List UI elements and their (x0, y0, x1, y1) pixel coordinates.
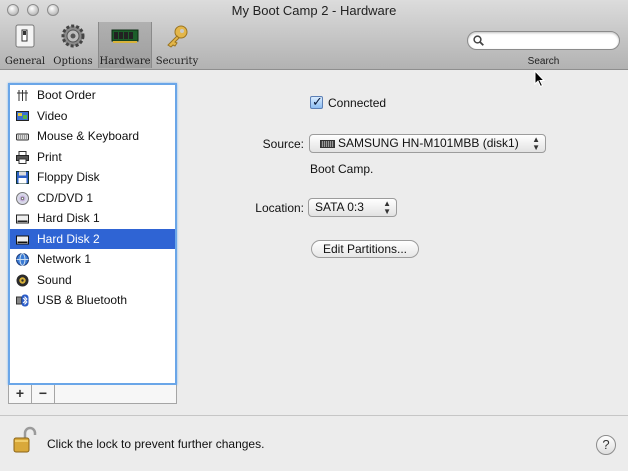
lock-icon[interactable] (11, 426, 39, 454)
source-select-value: SAMSUNG HN-M101MBB (disk1) (338, 136, 519, 150)
remove-device-button[interactable]: − (32, 385, 55, 403)
list-item-label: Print (37, 149, 62, 164)
tab-general-label: General (4, 56, 46, 67)
connected-checkbox[interactable]: ✓ (310, 94, 323, 109)
list-item-hard-disk-1[interactable]: Hard Disk 1 (10, 208, 175, 229)
cd-icon (16, 191, 29, 205)
usb-bluetooth-icon (16, 294, 29, 307)
list-item-cd-dvd-1[interactable]: CD/DVD 1 (10, 188, 175, 209)
network-icon (16, 253, 29, 266)
help-button[interactable]: ? (596, 435, 616, 455)
location-label: Location: (255, 201, 304, 215)
updown-arrows-icon: ▲ ▼ (383, 199, 391, 216)
updown-arrows-icon: ▲ ▼ (532, 135, 540, 152)
list-item-label: Mouse & Keyboard (37, 129, 140, 143)
list-item-print[interactable]: Print (10, 147, 175, 168)
list-item-network-1[interactable]: Network 1 (10, 249, 175, 270)
switch-icon (15, 24, 35, 48)
toolbar: My Boot Camp 2 - Hardware General Option… (0, 0, 628, 70)
window-title: My Boot Camp 2 - Hardware (231, 3, 397, 18)
key-icon (167, 25, 188, 48)
add-device-button[interactable]: + (9, 385, 32, 403)
checkmark-icon: ✓ (312, 94, 323, 109)
hard-disk-icon (16, 235, 29, 244)
list-item-label: Boot Order (37, 88, 96, 102)
gears-icon (61, 24, 85, 48)
connected-label: Connected (328, 96, 387, 110)
tab-hardware-label: Hardware (99, 56, 151, 67)
source-label: Source: (262, 137, 304, 151)
preferences-window: My Boot Camp 2 - Hardware General Option… (0, 0, 628, 471)
tab-hardware[interactable]: Hardware (98, 22, 152, 68)
search-label: Search (527, 56, 560, 67)
list-item-hard-disk-2[interactable]: Hard Disk 2 (10, 228, 175, 249)
tab-security[interactable]: Security (154, 22, 200, 68)
list-item-usb-bluetooth[interactable]: USB & Bluetooth (10, 290, 175, 311)
search-icon (473, 35, 484, 46)
printer-icon (16, 150, 29, 164)
list-item-video[interactable]: Video (10, 106, 175, 127)
source-description: Boot Camp. (310, 162, 374, 176)
lock-message: Click the lock to prevent further change… (47, 437, 265, 451)
ram-chip-icon (111, 29, 139, 43)
keyboard-icon (16, 133, 29, 141)
boot-order-icon (17, 90, 28, 101)
list-item-mouse-keyboard[interactable]: Mouse & Keyboard (10, 126, 175, 147)
list-item-label: Network 1 (37, 252, 92, 266)
tab-options[interactable]: Options (50, 22, 96, 68)
source-select[interactable]: SAMSUNG HN-M101MBB (disk1) ▲ ▼ (309, 134, 546, 153)
location-select-value: SATA 0:3 (315, 200, 364, 214)
sound-icon (16, 274, 29, 286)
list-item-floppy-disk[interactable]: Floppy Disk (10, 167, 175, 188)
tab-options-label: Options (53, 56, 93, 67)
mouse-pointer-icon (534, 70, 546, 88)
tab-security-label: Security (155, 56, 199, 67)
floppy-icon (16, 171, 29, 184)
tab-general[interactable]: General (4, 22, 46, 68)
search-input[interactable] (467, 31, 620, 50)
list-item-label: Hard Disk 2 (37, 231, 100, 246)
list-item-label: USB & Bluetooth (37, 293, 128, 307)
edit-partitions-button[interactable]: Edit Partitions... (311, 240, 419, 258)
list-button-bar: + − (8, 385, 177, 404)
hard-disk-icon (320, 140, 335, 148)
list-item-boot-order[interactable]: Boot Order (10, 85, 175, 106)
hard-disk-icon (16, 214, 29, 224)
list-item-label: CD/DVD 1 (37, 190, 94, 205)
footer-divider (0, 415, 628, 416)
list-item-label: Hard Disk 1 (37, 211, 100, 225)
list-item-label: Floppy Disk (37, 170, 100, 184)
video-icon (16, 110, 29, 121)
list-item-sound[interactable]: Sound (10, 270, 175, 291)
list-item-label: Video (37, 108, 68, 123)
location-select[interactable]: SATA 0:3 ▲ ▼ (308, 198, 397, 217)
device-list[interactable]: Boot Order Video Mouse & Keyboard Print … (8, 83, 177, 385)
list-item-label: Sound (37, 272, 72, 287)
